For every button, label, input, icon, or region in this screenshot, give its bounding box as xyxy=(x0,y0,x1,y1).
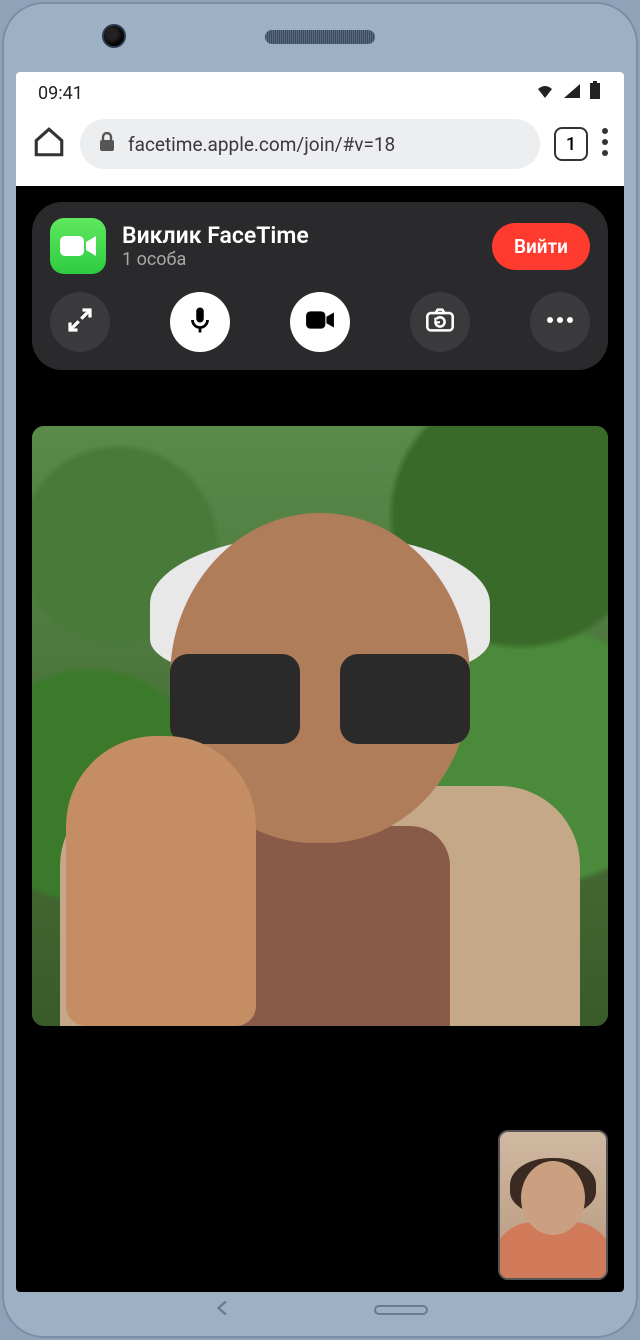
browser-menu-icon[interactable] xyxy=(602,127,608,161)
android-nav-bar xyxy=(2,1292,638,1328)
expand-icon xyxy=(65,305,95,339)
speaker-grill xyxy=(265,30,375,44)
nav-back-button[interactable] xyxy=(212,1297,234,1323)
call-panel: Виклик FaceTime 1 особа Вийти xyxy=(32,202,608,370)
battery-icon xyxy=(588,81,602,106)
camera-flip-button[interactable] xyxy=(410,292,470,352)
tab-count-value: 1 xyxy=(566,134,576,155)
remote-video[interactable] xyxy=(32,426,608,1026)
expand-button[interactable] xyxy=(50,292,110,352)
camera-button[interactable] xyxy=(290,292,350,352)
home-icon[interactable] xyxy=(32,125,66,163)
remote-video-content xyxy=(32,426,608,1026)
call-header: Виклик FaceTime 1 особа Вийти xyxy=(50,218,590,274)
status-time: 09:41 xyxy=(38,83,83,104)
url-text: facetime.apple.com/join/#v=18 xyxy=(128,133,395,156)
call-title: Виклик FaceTime xyxy=(122,222,476,249)
signal-icon xyxy=(562,82,582,105)
mic-icon xyxy=(185,305,215,339)
url-bar[interactable]: facetime.apple.com/join/#v=18 xyxy=(80,119,540,169)
tab-count-button[interactable]: 1 xyxy=(554,127,588,161)
leave-button-label: Вийти xyxy=(514,235,568,258)
self-video-pip[interactable] xyxy=(498,1130,608,1280)
screen: 09:41 facetime xyxy=(16,72,624,1292)
nav-home-pill[interactable] xyxy=(374,1305,428,1315)
facetime-app-icon xyxy=(50,218,106,274)
status-icons xyxy=(534,81,602,106)
browser-content: Виклик FaceTime 1 особа Вийти xyxy=(16,186,624,1292)
browser-toolbar: facetime.apple.com/join/#v=18 1 xyxy=(16,114,624,186)
call-controls xyxy=(50,292,590,352)
leave-button[interactable]: Вийти xyxy=(492,223,590,270)
mic-button[interactable] xyxy=(170,292,230,352)
camera-icon xyxy=(305,305,335,339)
wifi-icon xyxy=(534,82,556,105)
call-subtitle: 1 особа xyxy=(122,249,476,270)
more-button[interactable] xyxy=(530,292,590,352)
more-icon xyxy=(545,305,575,339)
self-video-content xyxy=(500,1132,606,1278)
status-bar: 09:41 xyxy=(16,72,624,114)
lock-icon xyxy=(98,132,116,157)
camera-flip-icon xyxy=(425,305,455,339)
phone-frame: 09:41 facetime xyxy=(2,2,638,1338)
